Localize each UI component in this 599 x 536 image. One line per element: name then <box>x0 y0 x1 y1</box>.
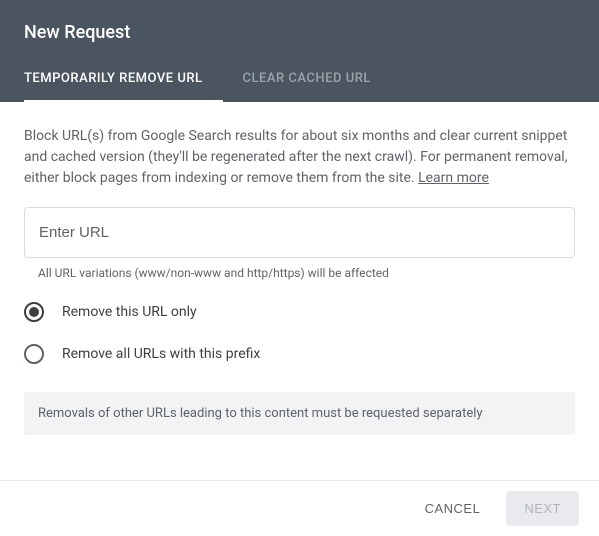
radio-label: Remove all URLs with this prefix <box>62 346 260 362</box>
cancel-button[interactable]: CANCEL <box>411 491 495 526</box>
radio-group: Remove this URL only Remove all URLs wit… <box>24 302 575 364</box>
dialog-content: Block URL(s) from Google Search results … <box>0 102 599 435</box>
tab-temporarily-remove-url[interactable]: TEMPORARILY REMOVE URL <box>24 71 223 102</box>
learn-more-link[interactable]: Learn more <box>418 170 489 186</box>
radio-remove-all-urls-prefix[interactable]: Remove all URLs with this prefix <box>24 344 575 364</box>
dialog-footer: CANCEL NEXT <box>0 480 599 536</box>
radio-indicator-icon <box>24 302 44 322</box>
dialog-title: New Request <box>24 22 575 43</box>
radio-remove-this-url-only[interactable]: Remove this URL only <box>24 302 575 322</box>
tab-clear-cached-url[interactable]: CLEAR CACHED URL <box>223 71 391 102</box>
description-text: Block URL(s) from Google Search results … <box>24 126 575 189</box>
notice-text: Removals of other URLs leading to this c… <box>24 392 575 435</box>
tab-label: CLEAR CACHED URL <box>243 71 371 86</box>
tabs-container: TEMPORARILY REMOVE URL CLEAR CACHED URL <box>24 71 575 102</box>
radio-indicator-icon <box>24 344 44 364</box>
next-button[interactable]: NEXT <box>506 491 579 526</box>
url-hint: All URL variations (www/non-www and http… <box>24 266 575 280</box>
radio-label: Remove this URL only <box>62 304 197 320</box>
tab-label: TEMPORARILY REMOVE URL <box>24 71 203 86</box>
url-input[interactable] <box>24 207 575 258</box>
dialog-header: New Request TEMPORARILY REMOVE URL CLEAR… <box>0 0 599 102</box>
